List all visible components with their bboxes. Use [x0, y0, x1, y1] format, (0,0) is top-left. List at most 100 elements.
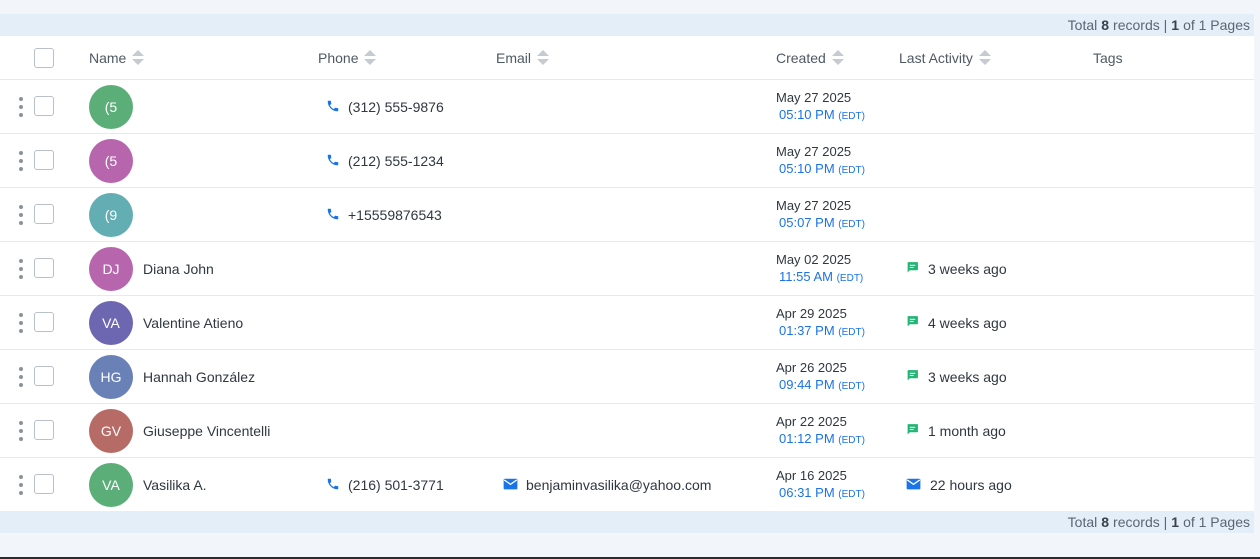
- row-checkbox[interactable]: [34, 258, 54, 278]
- column-header-name[interactable]: Name: [89, 36, 145, 80]
- created-cell: Apr 26 2025 09:44 PM (EDT): [776, 360, 865, 396]
- column-header-created[interactable]: Created: [776, 36, 844, 80]
- contact-phone[interactable]: (216) 501-3771: [326, 458, 444, 512]
- column-tags-label: Tags: [1093, 50, 1123, 66]
- total-count: 8: [1101, 514, 1110, 530]
- current-page: 1: [1171, 17, 1180, 33]
- column-phone-label: Phone: [318, 50, 359, 66]
- table-row[interactable]: VA Vasilika A. (216) 501-3771 benjaminvasil…: [0, 458, 1254, 512]
- phone-icon: [326, 477, 348, 494]
- row-checkbox[interactable]: [34, 150, 54, 170]
- sort-icon[interactable]: [978, 50, 991, 66]
- contact-name[interactable]: Diana John: [143, 242, 214, 296]
- created-date: Apr 22 2025: [776, 414, 847, 429]
- column-email-label: Email: [496, 50, 532, 66]
- created-cell: May 27 2025 05:07 PM (EDT): [776, 198, 865, 234]
- row-menu-icon[interactable]: [18, 151, 24, 171]
- column-header-last-activity[interactable]: Last Activity: [899, 36, 991, 80]
- row-checkbox[interactable]: [34, 366, 54, 386]
- created-time: 05:07 PM (EDT): [779, 214, 865, 234]
- sort-icon[interactable]: [364, 50, 377, 66]
- avatar: (5: [89, 85, 133, 129]
- created-date: May 27 2025: [776, 144, 852, 159]
- row-menu-icon[interactable]: [18, 97, 24, 117]
- activity-text: 4 weeks ago: [928, 315, 1007, 331]
- avatar: (9: [89, 193, 133, 237]
- row-checkbox[interactable]: [34, 420, 54, 440]
- contact-name[interactable]: Valentine Atieno: [143, 296, 243, 350]
- contact-phone[interactable]: +15559876543: [326, 188, 442, 242]
- last-activity: 3 weeks ago: [906, 350, 1007, 404]
- created-cell: Apr 29 2025 01:37 PM (EDT): [776, 306, 865, 342]
- column-last-activity-label: Last Activity: [899, 50, 973, 66]
- phone-number: (216) 501-3771: [348, 477, 444, 493]
- column-header-email[interactable]: Email: [496, 36, 550, 80]
- contacts-table: Name Phone Email Created Last Activity T…: [0, 36, 1254, 512]
- table-row[interactable]: (5 (312) 555-9876 May 27 2025 05:10 PM (EDT…: [0, 80, 1254, 134]
- pagination-summary-top: Total 8 records | 1 of 1 Pages: [0, 14, 1254, 36]
- created-time: 05:10 PM (EDT): [779, 160, 865, 180]
- total-label: Total: [1067, 17, 1098, 33]
- row-checkbox[interactable]: [34, 96, 54, 116]
- records-label: records |: [1113, 514, 1168, 530]
- contact-phone[interactable]: (312) 555-9876: [326, 80, 444, 134]
- email-icon: [906, 477, 930, 493]
- created-date: Apr 26 2025: [776, 360, 847, 375]
- created-time-value: 05:07 PM: [779, 215, 835, 230]
- created-time-value: 05:10 PM: [779, 107, 835, 122]
- created-date: May 27 2025: [776, 198, 852, 213]
- pages-label: of 1 Pages: [1183, 17, 1250, 33]
- row-checkbox[interactable]: [34, 474, 54, 494]
- row-menu-icon[interactable]: [18, 313, 24, 333]
- created-cell: Apr 16 2025 06:31 PM (EDT): [776, 468, 865, 504]
- timezone-label: (EDT): [838, 111, 865, 122]
- row-checkbox[interactable]: [34, 204, 54, 224]
- row-menu-icon[interactable]: [18, 259, 24, 279]
- column-header-tags: Tags: [1093, 36, 1123, 80]
- contact-name[interactable]: Hannah González: [143, 350, 255, 404]
- contact-phone[interactable]: (212) 555-1234: [326, 134, 444, 188]
- created-time: 06:31 PM (EDT): [779, 484, 865, 504]
- column-header-phone[interactable]: Phone: [318, 36, 377, 80]
- created-cell: May 27 2025 05:10 PM (EDT): [776, 90, 865, 126]
- contact-email[interactable]: benjaminvasilika@yahoo.com: [503, 458, 711, 512]
- created-date: Apr 16 2025: [776, 468, 847, 483]
- sort-icon[interactable]: [537, 50, 550, 66]
- row-menu-icon[interactable]: [18, 367, 24, 387]
- chat-icon: [906, 423, 928, 439]
- current-page: 1: [1171, 514, 1180, 530]
- chat-icon: [906, 315, 928, 331]
- right-gutter: [1254, 14, 1260, 533]
- chat-icon: [906, 261, 928, 277]
- row-checkbox[interactable]: [34, 312, 54, 332]
- table-row[interactable]: VA Valentine Atieno Apr 29 2025 01:37 PM (E…: [0, 296, 1254, 350]
- timezone-label: (EDT): [836, 273, 864, 284]
- table-header: Name Phone Email Created Last Activity T…: [0, 36, 1254, 80]
- last-activity: 4 weeks ago: [906, 296, 1007, 350]
- row-menu-icon[interactable]: [18, 205, 24, 225]
- timezone-label: (EDT): [838, 435, 865, 446]
- created-time-value: 01:12 PM: [779, 431, 835, 446]
- sort-icon[interactable]: [831, 50, 844, 66]
- contact-name[interactable]: Vasilika A.: [143, 458, 207, 512]
- table-row[interactable]: (9 +15559876543 May 27 2025 05:07 PM (EDT): [0, 188, 1254, 242]
- created-date: May 27 2025: [776, 90, 852, 105]
- created-time-value: 06:31 PM: [779, 485, 835, 500]
- contact-name[interactable]: Giuseppe Vincentelli: [143, 404, 270, 458]
- total-label: Total: [1067, 514, 1098, 530]
- table-row[interactable]: GV Giuseppe Vincentelli Apr 22 2025 01:12 P…: [0, 404, 1254, 458]
- created-time: 11:55 AM (EDT): [779, 268, 863, 288]
- row-menu-icon[interactable]: [18, 421, 24, 441]
- sort-icon[interactable]: [132, 50, 145, 66]
- select-all-checkbox[interactable]: [34, 48, 54, 68]
- table-row[interactable]: DJ Diana John May 02 2025 11:55 AM (EDT) 3 w…: [0, 242, 1254, 296]
- row-menu-icon[interactable]: [18, 475, 24, 495]
- pagination-summary-bottom: Total 8 records | 1 of 1 Pages: [0, 511, 1254, 533]
- email-address: benjaminvasilika@yahoo.com: [526, 477, 712, 493]
- table-row[interactable]: (5 (212) 555-1234 May 27 2025 05:10 PM (EDT…: [0, 134, 1254, 188]
- avatar: (5: [89, 139, 133, 183]
- email-icon: [503, 477, 526, 493]
- phone-number: (312) 555-9876: [348, 99, 444, 115]
- table-row[interactable]: HG Hannah González Apr 26 2025 09:44 PM (ED…: [0, 350, 1254, 404]
- created-time-value: 11:55 AM: [779, 269, 833, 284]
